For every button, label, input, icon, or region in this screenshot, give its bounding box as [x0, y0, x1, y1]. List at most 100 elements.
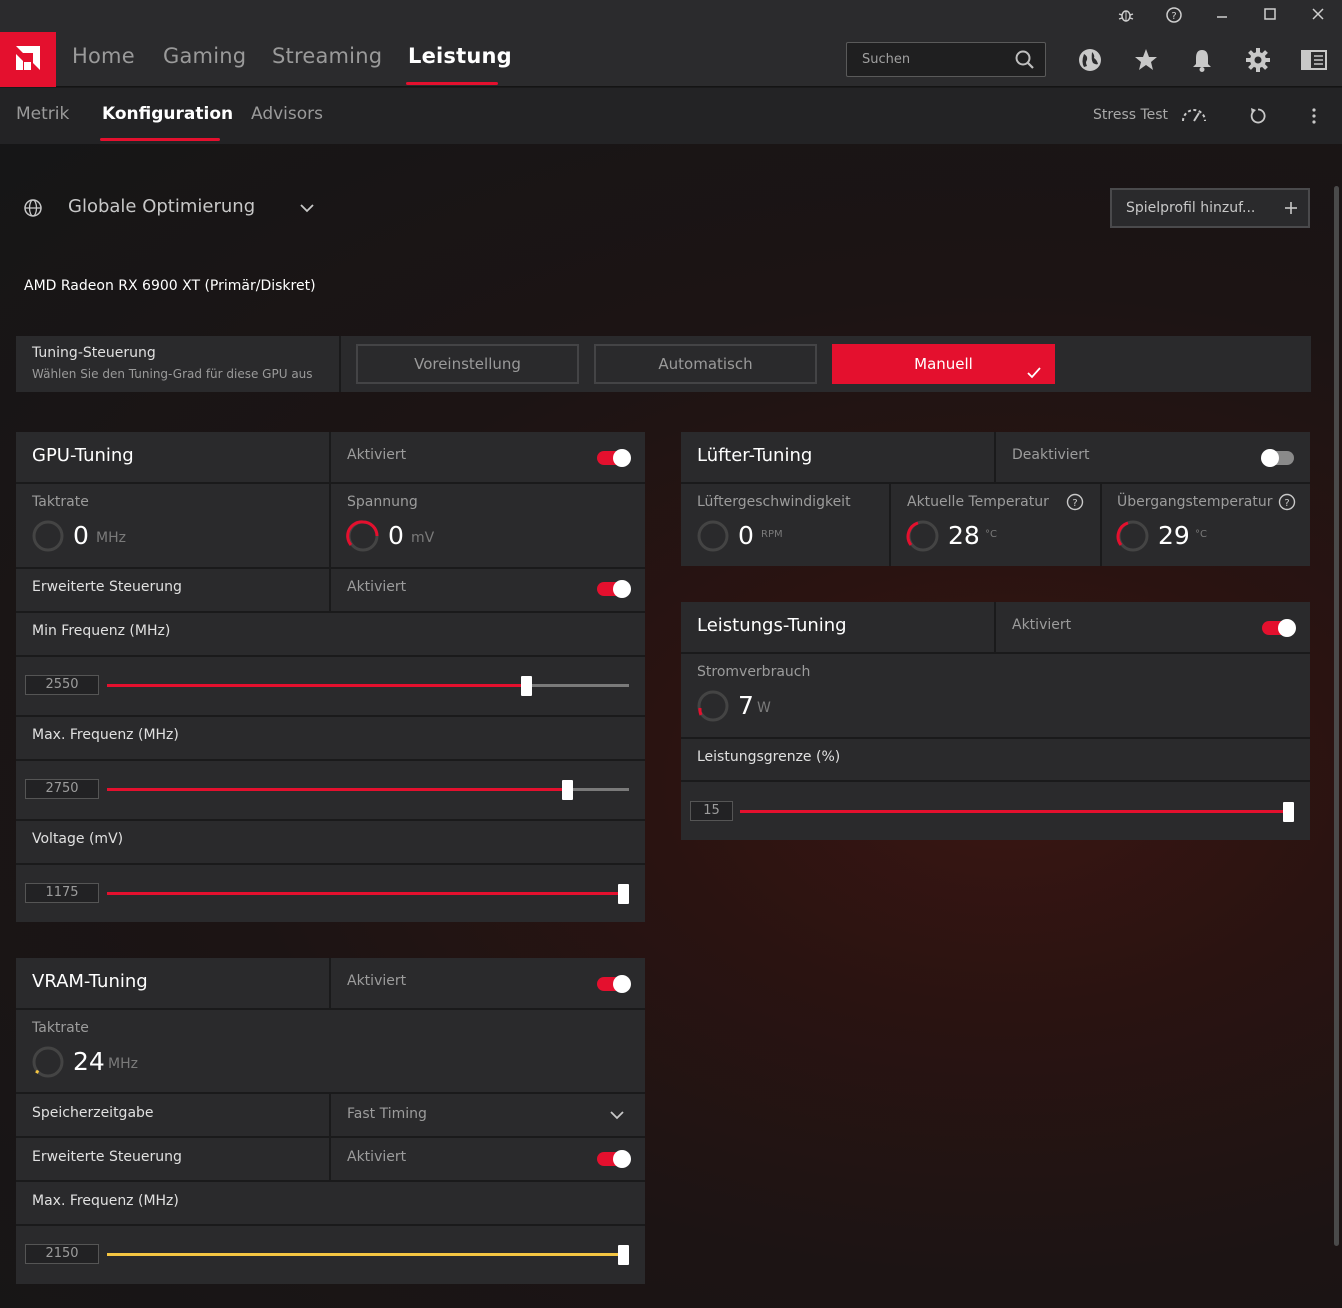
help-icon[interactable]: ? [1164, 6, 1184, 26]
power-tuning-toggle[interactable] [1262, 619, 1296, 637]
add-game-profile-button[interactable]: Spielprofil hinzuf... [1110, 188, 1310, 228]
power-limit-slider[interactable] [740, 802, 1294, 822]
voltage-input[interactable]: 1175 [25, 883, 99, 903]
preset-button[interactable]: Voreinstellung [356, 344, 579, 384]
current-temp-gauge [906, 520, 939, 552]
manual-button[interactable]: Manuell [832, 344, 1055, 384]
more-options-icon[interactable] [1306, 106, 1322, 130]
amd-logo[interactable] [0, 32, 56, 87]
vram-clock-label: Taktrate [32, 1020, 89, 1036]
divider [329, 1138, 331, 1181]
nav-streaming[interactable]: Streaming [272, 44, 382, 68]
power-tuning-title: Leistungs-Tuning [697, 615, 847, 636]
current-temp-unit: °C [985, 529, 997, 540]
gear-icon[interactable] [1244, 46, 1272, 74]
profile-dropdown[interactable]: Globale Optimierung [68, 196, 255, 217]
gpu-clock-gauge [32, 520, 64, 552]
reset-icon[interactable] [1248, 106, 1268, 130]
search-placeholder: Suchen [862, 52, 911, 67]
min-freq-input[interactable]: 2550 [25, 675, 99, 695]
vram-clock-gauge [32, 1046, 64, 1078]
vram-max-freq-slider-thumb[interactable] [618, 1245, 629, 1265]
divider [329, 1094, 331, 1137]
close-icon[interactable] [1308, 6, 1328, 26]
gpu-voltage-value: 0 [388, 521, 404, 550]
fan-speed-gauge [697, 520, 729, 552]
chevron-down-icon[interactable] [298, 200, 316, 220]
power-tuning-status: Aktiviert [1012, 617, 1072, 633]
power-consumption-unit: W [757, 700, 771, 716]
voltage-label: Voltage (mV) [32, 831, 124, 847]
gpu-advanced-label: Erweiterte Steuerung [32, 579, 182, 595]
divider [16, 759, 645, 761]
title-bar: ? [0, 0, 1342, 32]
minimize-icon[interactable] [1212, 6, 1232, 26]
stress-test-label[interactable]: Stress Test [1093, 107, 1168, 123]
divider [16, 1180, 645, 1182]
divider [1100, 484, 1102, 566]
tab-metrik[interactable]: Metrik [16, 104, 69, 124]
divider [681, 737, 1310, 739]
min-freq-slider[interactable] [107, 676, 629, 696]
divider [994, 602, 996, 653]
divider [16, 1008, 645, 1010]
voltage-slider-thumb[interactable] [618, 884, 629, 904]
gpu-tuning-status: Aktiviert [347, 447, 407, 463]
tab-konfiguration[interactable]: Konfiguration [102, 104, 233, 124]
vram-advanced-toggle[interactable] [597, 1150, 631, 1168]
voltage-slider[interactable] [107, 884, 629, 904]
current-temp-value: 28 [948, 521, 980, 550]
speedometer-icon[interactable] [1180, 104, 1208, 128]
memory-timing-dropdown[interactable]: Fast Timing [347, 1106, 427, 1122]
junction-temp-unit: °C [1195, 529, 1207, 540]
maximize-icon[interactable] [1260, 6, 1280, 26]
scrollbar[interactable] [1334, 186, 1339, 1246]
gpu-clock-unit: MHz [96, 530, 126, 546]
tab-advisors[interactable]: Advisors [251, 104, 323, 124]
fan-speed-unit: RPM [761, 529, 783, 540]
divider [329, 569, 331, 611]
divider [681, 652, 1310, 654]
automatic-button[interactable]: Automatisch [594, 344, 817, 384]
max-freq-input[interactable]: 2750 [25, 779, 99, 799]
power-consumption-value: 7 [738, 691, 754, 720]
vram-max-freq-input[interactable]: 2150 [25, 1244, 99, 1264]
vram-clock-value: 24 [73, 1047, 105, 1076]
preset-button-label: Voreinstellung [414, 355, 521, 373]
nav-gaming[interactable]: Gaming [163, 44, 246, 68]
vram-tuning-title: VRAM-Tuning [32, 971, 148, 992]
bell-icon[interactable] [1188, 46, 1216, 74]
divider [16, 819, 645, 821]
sidebar-toggle-icon[interactable] [1300, 46, 1328, 74]
power-limit-input[interactable]: 15 [690, 801, 733, 821]
chevron-down-icon[interactable] [608, 1107, 626, 1127]
nav-active-indicator [406, 82, 498, 85]
vram-tuning-toggle[interactable] [597, 975, 631, 993]
junction-temp-gauge [1116, 520, 1149, 552]
power-limit-slider-thumb[interactable] [1283, 802, 1294, 822]
divider [994, 432, 996, 483]
fan-speed-value: 0 [738, 521, 754, 550]
gpu-tuning-toggle[interactable] [597, 449, 631, 467]
gpu-name: AMD Radeon RX 6900 XT (Primär/Diskret) [24, 278, 316, 294]
fan-tuning-toggle[interactable] [1261, 449, 1294, 467]
bug-icon[interactable] [1116, 6, 1136, 26]
star-icon[interactable] [1132, 46, 1160, 74]
automatic-button-label: Automatisch [658, 355, 753, 373]
help-circle-icon[interactable]: ? [1066, 493, 1084, 515]
globe-icon[interactable] [1076, 46, 1104, 74]
max-freq-slider[interactable] [107, 780, 629, 800]
max-freq-label: Max. Frequenz (MHz) [32, 727, 179, 743]
gpu-advanced-toggle[interactable] [597, 580, 631, 598]
svg-text:?: ? [1171, 11, 1176, 22]
help-circle-icon[interactable]: ? [1278, 493, 1296, 515]
divider [16, 655, 645, 657]
divider [16, 715, 645, 717]
search-icon[interactable] [1014, 49, 1036, 75]
divider [339, 336, 341, 392]
nav-leistung[interactable]: Leistung [408, 44, 512, 68]
min-freq-slider-thumb[interactable] [520, 676, 532, 696]
nav-home[interactable]: Home [72, 44, 135, 68]
vram-max-freq-slider[interactable] [107, 1245, 629, 1265]
max-freq-slider-thumb[interactable] [561, 780, 573, 800]
